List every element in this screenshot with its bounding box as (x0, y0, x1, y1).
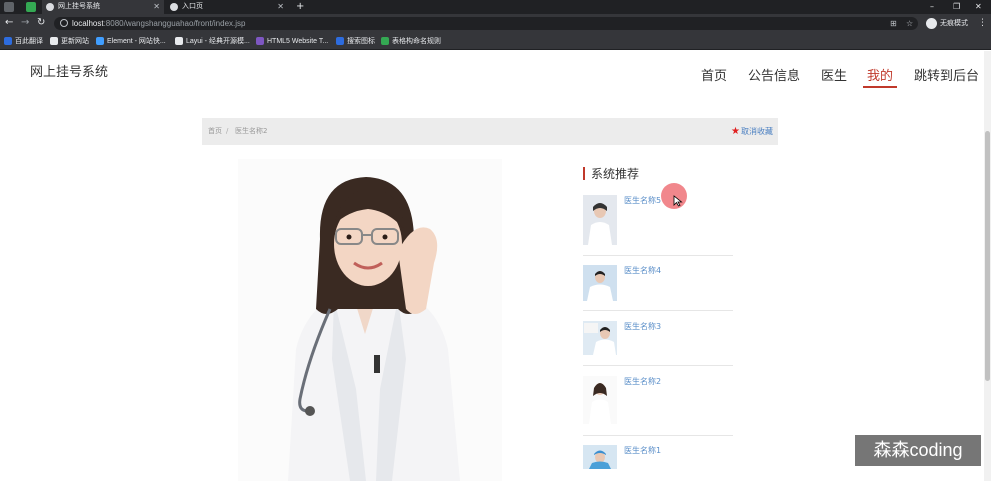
doctor-photo (238, 159, 502, 481)
doctor-name-link[interactable]: 医生名称4 (624, 265, 661, 276)
bookmark-item[interactable]: Element - 网站快... (96, 33, 166, 50)
recommend-title: 系统推荐 (583, 165, 639, 182)
mouse-cursor-icon (673, 195, 683, 207)
incognito-profile[interactable]: 无痕模式 (926, 17, 968, 30)
star-icon: ★ (731, 126, 740, 137)
doctor-name-link[interactable]: 医生名称1 (624, 445, 661, 456)
doctor-thumbnail[interactable] (583, 195, 617, 245)
url-bar[interactable]: localhost:8080/wangshangguahao/front/ind… (54, 17, 918, 30)
address-toolbar: ← → ↻ localhost:8080/wangshangguahao/fro… (0, 14, 991, 33)
close-window-icon[interactable]: ✕ (975, 0, 982, 14)
minimize-icon[interactable]: – (930, 0, 934, 14)
translate-icon[interactable]: ⊞ (890, 18, 897, 29)
bookmark-favicon-icon (256, 37, 264, 45)
bookmark-item[interactable]: 更新网站 (50, 33, 89, 50)
bookmark-item[interactable]: Layui - 经典开源模... (175, 33, 250, 50)
nav-doctors[interactable]: 医生 (821, 65, 847, 84)
browser-tab[interactable]: 入口页 ✕ (166, 0, 288, 14)
browser-menu-icon[interactable]: ⋮ (978, 17, 987, 30)
doctor-thumbnail[interactable] (583, 265, 617, 301)
bookmark-favicon-icon (4, 37, 12, 45)
pinned-tab-icon[interactable] (26, 2, 36, 12)
nav-admin[interactable]: 跳转到后台 (914, 65, 979, 84)
bookmark-favicon-icon (50, 37, 58, 45)
recommend-item[interactable]: 医生名称3 (583, 321, 733, 366)
breadcrumb-current: 医生名称2 (235, 127, 268, 135)
bookmark-item[interactable]: 百此翻译 (4, 33, 43, 50)
doctor-name-link[interactable]: 医生名称5 (624, 195, 661, 206)
web-page: 网上挂号系统 首页 公告信息 医生 我的 跳转到后台 首页 / 医生名称2 ★取… (0, 51, 991, 481)
nav-mine[interactable]: 我的 (862, 65, 898, 88)
globe-icon (46, 3, 54, 11)
url-text[interactable]: localhost:8080/wangshangguahao/front/ind… (72, 17, 245, 30)
new-tab-icon[interactable]: + (296, 0, 304, 14)
site-title: 网上挂号系统 (30, 64, 109, 79)
doctor-thumbnail-image (583, 376, 617, 424)
reload-icon[interactable]: ↻ (37, 17, 45, 29)
forward-icon[interactable]: → (21, 17, 29, 29)
doctor-name-link[interactable]: 医生名称2 (624, 376, 661, 387)
recommend-item[interactable]: 医生名称2 (583, 376, 733, 436)
recommend-item[interactable]: 医生名称5 (583, 195, 733, 256)
doctor-thumbnail-image (583, 265, 617, 301)
scrollbar-thumb[interactable] (985, 131, 990, 381)
doctor-thumbnail[interactable] (583, 445, 617, 469)
doctor-thumbnail-image (583, 321, 617, 355)
browser-tab[interactable]: 网上挂号系统 ✕ (42, 0, 164, 14)
page-scrollbar[interactable] (984, 51, 991, 481)
recommend-item[interactable]: 医生名称4 (583, 265, 733, 311)
doctor-name-link[interactable]: 医生名称3 (624, 321, 661, 332)
doctor-thumbnail-image (583, 445, 617, 469)
back-icon[interactable]: ← (5, 17, 13, 29)
site-info-icon[interactable] (60, 19, 68, 27)
browser-tab-strip: 网上挂号系统 ✕ 入口页 ✕ + – ❐ ✕ (0, 0, 991, 14)
bookmark-favicon-icon (96, 37, 104, 45)
recommend-item[interactable]: 医生名称1 (583, 445, 733, 481)
profile-label: 无痕模式 (940, 19, 968, 27)
tab-title: 入口页 (182, 3, 203, 10)
nav-home[interactable]: 首页 (701, 65, 727, 84)
bookmark-favicon-icon (336, 37, 344, 45)
pinned-tab-icon[interactable] (4, 2, 14, 12)
tab-title: 网上挂号系统 (58, 3, 100, 10)
bookmark-item[interactable]: 搜索图标 (336, 33, 375, 50)
restore-icon[interactable]: ❐ (953, 0, 960, 14)
bookmark-star-icon[interactable]: ☆ (906, 18, 913, 29)
breadcrumb-home[interactable]: 首页 (208, 118, 222, 145)
doctor-thumbnail-image (583, 195, 617, 245)
doctor-photo-illustration (238, 159, 502, 481)
bookmark-favicon-icon (175, 37, 183, 45)
doctor-thumbnail[interactable] (583, 321, 617, 355)
close-icon[interactable]: ✕ (277, 0, 284, 14)
unfavorite-button[interactable]: ★取消收藏 (731, 118, 773, 145)
doctor-thumbnail[interactable] (583, 376, 617, 424)
incognito-icon (926, 18, 937, 29)
bookmark-favicon-icon (381, 37, 389, 45)
channel-watermark: 森森coding (855, 435, 981, 466)
breadcrumb: 首页 / 医生名称2 ★取消收藏 (202, 118, 778, 145)
globe-icon (170, 3, 178, 11)
bookmark-item[interactable]: 表格构命名规则 (381, 33, 441, 50)
nav-notices[interactable]: 公告信息 (748, 65, 800, 84)
bookmark-item[interactable]: HTML5 Website T... (256, 33, 328, 50)
close-icon[interactable]: ✕ (153, 0, 160, 14)
bookmarks-bar: 百此翻译 更新网站 Element - 网站快... Layui - 经典开源模… (0, 33, 991, 50)
breadcrumb-separator: / (226, 127, 229, 135)
